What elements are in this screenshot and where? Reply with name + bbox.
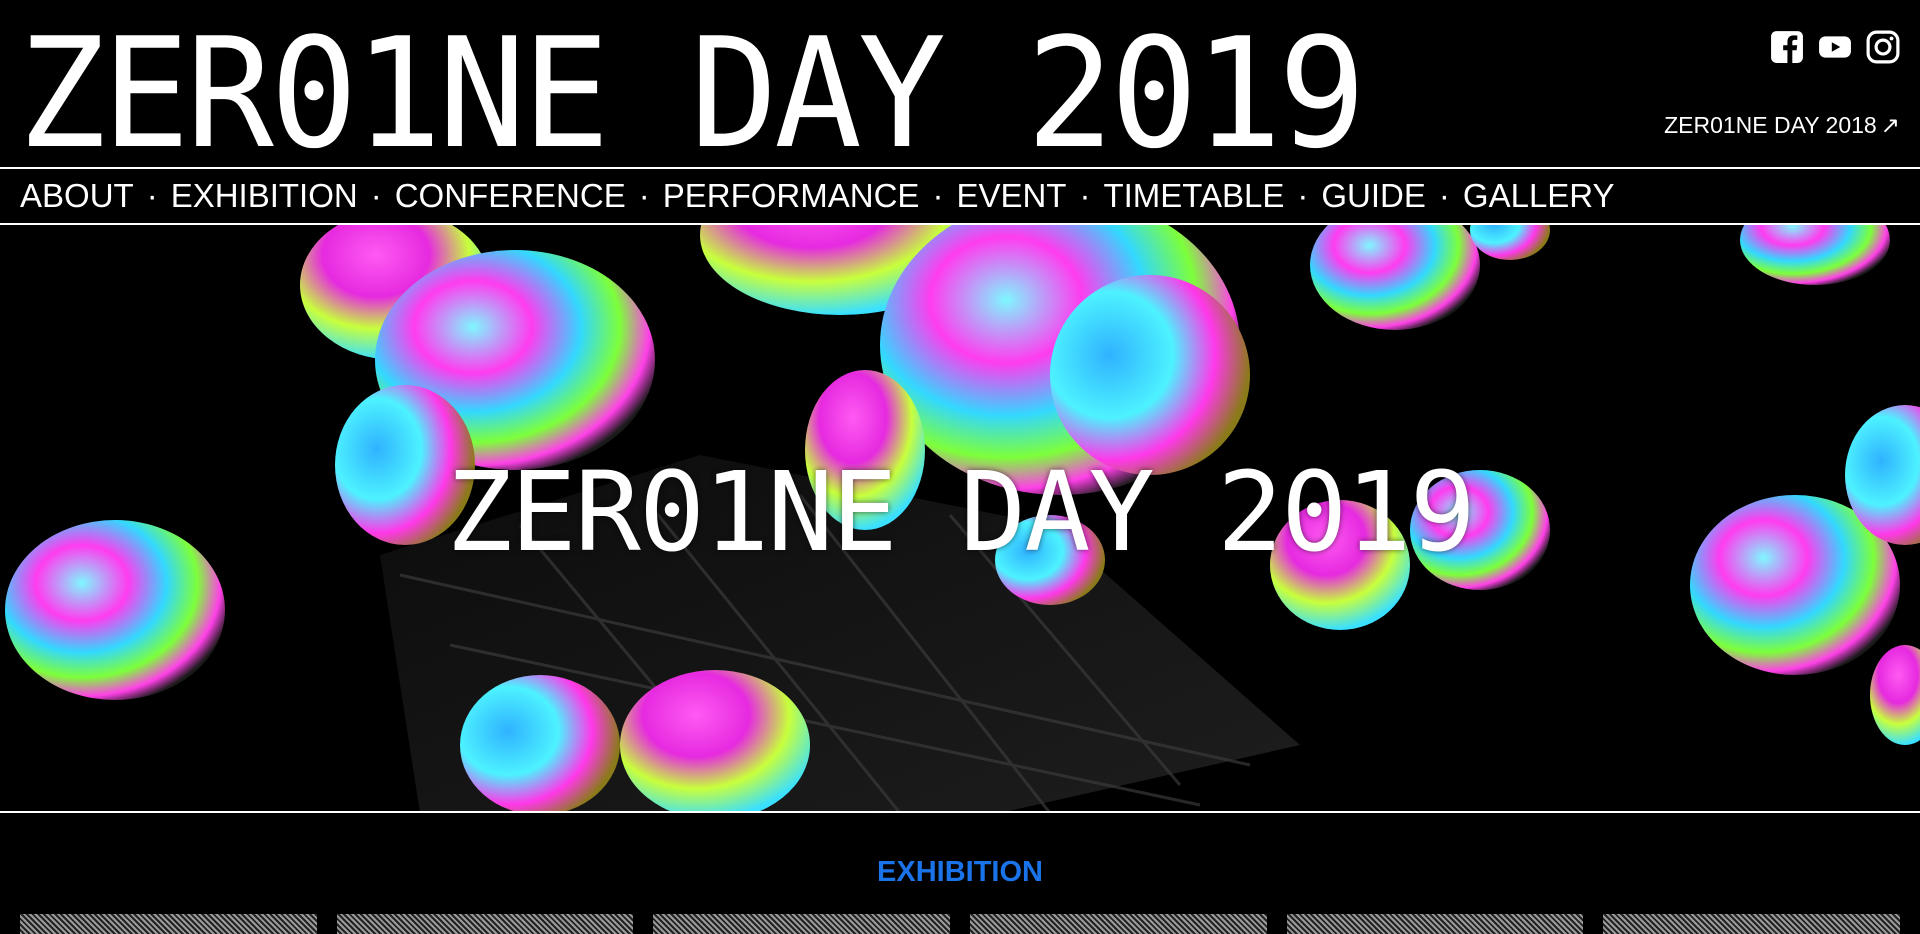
- nav-item-performance[interactable]: PERFORMANCE: [663, 177, 920, 215]
- nav-item-conference[interactable]: CONFERENCE: [395, 177, 626, 215]
- site-logo[interactable]: ZER01NE DAY 2019: [18, 18, 1366, 170]
- nav-separator: ·: [932, 177, 944, 214]
- previous-year-link-label: ZER01NE DAY 2018: [1664, 112, 1877, 138]
- nav-item-guide[interactable]: GUIDE: [1321, 177, 1426, 215]
- nav-separator: ·: [146, 177, 158, 214]
- site-header: ZER01NE DAY 2019 ZER01NE DAY 2018 ↗: [0, 0, 1920, 170]
- nav-item-exhibition[interactable]: EXHIBITION: [171, 177, 358, 215]
- previous-year-link[interactable]: ZER01NE DAY 2018 ↗: [1664, 112, 1900, 139]
- nav-item-event[interactable]: EVENT: [956, 177, 1066, 215]
- exhibition-thumbnail[interactable]: [1603, 914, 1901, 934]
- nav-separator: ·: [1297, 177, 1309, 214]
- exhibition-thumbnails: [20, 914, 1901, 934]
- nav-item-about[interactable]: ABOUT: [20, 177, 134, 215]
- nav-separator: ·: [1438, 177, 1450, 214]
- nav-item-timetable[interactable]: TIMETABLE: [1103, 177, 1284, 215]
- exhibition-thumbnail[interactable]: [20, 914, 317, 934]
- section-title-exhibition[interactable]: EXHIBITION: [0, 856, 1920, 889]
- main-nav: ABOUT · EXHIBITION · CONFERENCE · PERFOR…: [0, 167, 1920, 225]
- social-links: [1770, 30, 1900, 64]
- instagram-icon[interactable]: [1866, 30, 1900, 64]
- nav-item-gallery[interactable]: GALLERY: [1463, 177, 1615, 215]
- hero-video[interactable]: ZER01NE DAY 2019: [0, 225, 1920, 813]
- facebook-icon[interactable]: [1770, 30, 1804, 64]
- exhibition-thumbnail[interactable]: [970, 914, 1267, 934]
- nav-separator: ·: [1079, 177, 1091, 214]
- exhibition-thumbnail[interactable]: [1286, 914, 1584, 934]
- nav-separator: ·: [370, 177, 382, 214]
- exhibition-thumbnail[interactable]: [653, 914, 951, 934]
- youtube-icon[interactable]: [1818, 30, 1852, 64]
- nav-separator: ·: [638, 177, 650, 214]
- exhibition-thumbnail[interactable]: [336, 914, 634, 934]
- external-arrow-icon: ↗: [1880, 112, 1900, 138]
- hero-title: ZER01NE DAY 2019: [446, 448, 1476, 576]
